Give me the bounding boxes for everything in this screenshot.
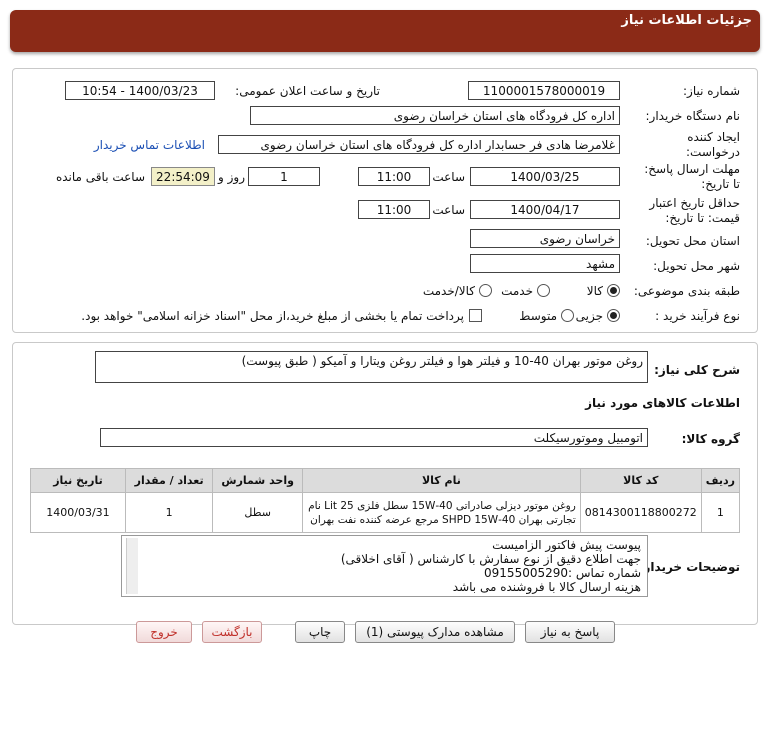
need-number-label: شماره نیاز: [683,84,740,98]
deadline-time-field: 11:00 [358,167,430,186]
deadline-date-field: 1400/03/25 [470,167,620,186]
category-option-goods: کالا [586,284,603,298]
validity-time-label: ساعت [432,203,465,217]
notes-line-3: شماره تماس :09155005290 [484,566,641,580]
table-row: 1 0814300118800272 روغن موتور دیزلی صادر… [30,492,741,533]
category-radio-goods-service[interactable] [479,284,492,297]
process-label: نوع فرآیند خرید : [655,309,740,323]
row-qty: 1 [124,492,214,533]
province-label: استان محل تحویل: [645,234,740,248]
announce-field: 1400/03/23 - 10:54 [65,81,215,100]
goods-group-label: گروه کالا: [681,432,740,446]
validity-date-field: 1400/04/17 [470,200,620,219]
row-name-line1: روغن موتور دیزلی صادراتی 40-15W سطل فلزی… [308,499,576,512]
goods-group-field: اتومبیل وموتورسیکلت [100,428,648,447]
row-date: 1400/03/31 [30,492,126,533]
validity-label-2: قیمت: تا تاریخ: [665,211,740,225]
col-unit: واحد شمارش [212,468,304,493]
row-name: روغن موتور دیزلی صادراتی 40-15W سطل فلزی… [302,492,581,533]
row-index: 1 [700,492,741,533]
col-index: ردیف [700,468,741,493]
deadline-label-1: مهلت ارسال پاسخ: [644,162,740,176]
province-field: خراسان رضوی [470,229,620,248]
view-attachments-button[interactable]: مشاهده مدارک پیوستی (1) [355,621,515,643]
category-radio-goods[interactable] [607,284,620,297]
notes-line-2: جهت اطلاع دقیق از نوع سفارش با کارشناس (… [340,552,641,566]
buyer-notes-label: توضیحات خریدار: [638,560,740,574]
contact-info-link[interactable]: اطلاعات تماس خریدار [94,138,205,152]
notes-line-1: پیوست پیش فاکتور الزامیست [492,538,641,552]
summary-field: روغن موتور بهران 40-10 و فیلتر هوا و فیل… [95,351,648,383]
treasury-checkbox[interactable] [469,309,482,322]
col-qty: تعداد / مقدار [124,468,214,493]
payment-note: پرداخت تمام یا بخشی از مبلغ خرید،از محل … [81,309,464,323]
process-option-minor: جزیی [575,309,603,323]
deadline-label-2: تا تاریخ: [701,177,740,191]
notes-line-4: هزینه ارسال کالا با فروشنده می باشد [452,580,641,594]
buyer-notes-box: پیوست پیش فاکتور الزامیست جهت اطلاع دقیق… [121,535,648,597]
need-number-field: 1100001578000019 [468,81,620,100]
process-radio-minor[interactable] [607,309,620,322]
col-name: نام کالا [302,468,581,493]
exit-button[interactable]: خروج [136,621,192,643]
row-unit: سطل [212,492,304,533]
back-button[interactable]: بازگشت [202,621,262,643]
col-date: تاریخ نیاز [30,468,126,493]
col-code: کد کالا [579,468,702,493]
remaining-label: ساعت باقی مانده [55,170,145,184]
creator-field: غلامرضا هادی فر حسابدار اداره کل فرودگاه… [218,135,620,154]
category-option-service: خدمت [501,284,533,298]
process-radio-medium[interactable] [561,309,574,322]
row-name-line2: تجارتی بهران 40-SHPD 15W مرجع عرضه کننده… [310,513,576,526]
table-header-row: ردیف کد کالا نام کالا واحد شمارش تعداد /… [30,468,741,493]
validity-label-1: حداقل تاریخ اعتبار [649,196,740,210]
creator-label-2: درخواست: [686,145,740,159]
buyer-org-label: نام دستگاه خریدار: [645,109,741,123]
buyer-org-field: اداره کل فرودگاه های استان خراسان رضوی [250,106,620,125]
goods-section-title: اطلاعات کالاهای مورد نیاز [585,396,740,410]
page-title: جزئیات اطلاعات نیاز [621,13,752,28]
process-option-medium: متوسط [519,309,557,323]
category-option-goods-service: کالا/خدمت [422,284,475,298]
notes-scrollbar[interactable] [126,538,138,594]
deadline-time-label: ساعت [432,170,465,184]
days-label: روز و [218,170,245,184]
reply-button[interactable]: پاسخ به نیاز [525,621,615,643]
city-field: مشهد [470,254,620,273]
remaining-time-field: 22:54:09 [151,167,215,186]
row-code: 0814300118800272 [579,492,702,533]
days-field: 1 [248,167,320,186]
validity-time-field: 11:00 [358,200,430,219]
category-radio-service[interactable] [537,284,550,297]
city-label: شهر محل تحویل: [653,259,740,273]
goods-table: ردیف کد کالا نام کالا واحد شمارش تعداد /… [30,468,741,533]
summary-label: شرح کلی نیاز: [654,363,740,377]
print-button[interactable]: چاپ [295,621,345,643]
creator-label-1: ایجاد کننده [687,130,740,144]
category-label: طبقه بندی موضوعی: [633,284,740,298]
announce-label: تاریخ و ساعت اعلان عمومی: [235,84,380,98]
